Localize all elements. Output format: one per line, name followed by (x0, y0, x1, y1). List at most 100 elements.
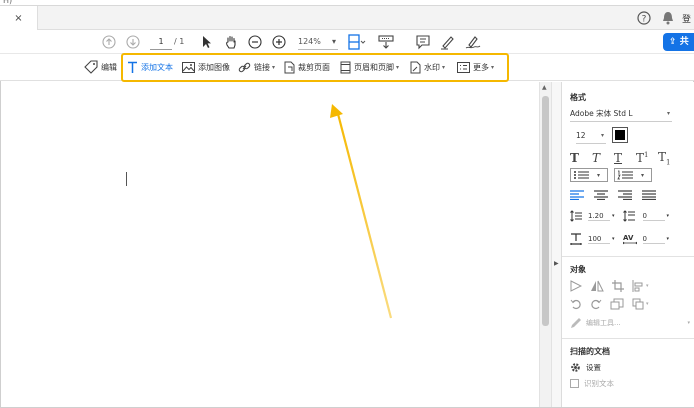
collapse-arrow-icon[interactable]: ▶ (554, 260, 559, 267)
recognize-checkbox[interactable] (570, 379, 579, 388)
chevron-down-icon: ▾ (641, 171, 645, 179)
bullet-list-select[interactable]: ▾ (570, 168, 608, 182)
horizontal-scale-icon (570, 233, 582, 245)
list-row: ▾ ▾ (570, 168, 652, 182)
chevron-down-icon: ▾ (597, 171, 601, 179)
zoom-select[interactable]: 124% ▾ (298, 34, 338, 50)
color-fill (615, 130, 625, 140)
arrange-icon[interactable] (632, 298, 644, 310)
settings-label: 设置 (586, 363, 601, 372)
cut-label: H) (3, 0, 13, 5)
text-color-swatch[interactable] (612, 127, 628, 143)
numbered-list-icon (617, 170, 633, 180)
char-spacing-icon: AV (622, 234, 637, 245)
flip-vertical-icon[interactable] (570, 280, 582, 292)
scale-row: 100 ▾ AV 0 ▾ (570, 233, 669, 245)
underline-icon[interactable]: T (614, 151, 636, 165)
recognize-label: 识别文本 (584, 379, 614, 388)
main-toolbar: 1 / 1 124% ▾ ⇪ 共 (0, 30, 694, 54)
vertical-scrollbar[interactable]: ▲ (539, 82, 551, 407)
next-page-icon[interactable] (124, 32, 142, 52)
chevron-down-icon: ▾ (666, 110, 670, 117)
text-cursor (126, 172, 127, 186)
align-justify-icon[interactable] (642, 190, 656, 200)
chevron-down-icon: ▾ (666, 236, 670, 242)
format-title: 格式 (570, 93, 586, 102)
align-objects-icon[interactable] (632, 280, 644, 292)
align-row (570, 190, 656, 200)
chevron-down-icon: ▾ (646, 301, 649, 307)
replace-image-icon[interactable] (610, 298, 624, 310)
pencil-icon (571, 318, 581, 328)
bullet-list-icon (574, 171, 589, 179)
scroll-up-icon[interactable]: ▲ (542, 84, 547, 91)
comment-icon[interactable] (413, 32, 433, 52)
close-tab-icon[interactable]: × (14, 13, 22, 24)
bold-icon[interactable]: T (570, 151, 592, 165)
numbered-list-select[interactable]: ▾ (614, 168, 652, 182)
keyboard-scroll-icon[interactable] (376, 32, 396, 52)
sign-pen-icon[interactable] (463, 32, 483, 52)
rotate-right-icon[interactable] (590, 298, 602, 310)
page-total: / 1 (174, 37, 185, 46)
rotate-left-icon[interactable] (570, 298, 582, 310)
highlight-box (121, 53, 509, 82)
document-canvas[interactable] (1, 82, 539, 407)
superscript-icon[interactable]: T1 (636, 151, 658, 165)
align-center-icon[interactable] (594, 190, 608, 200)
document-tab[interactable]: × (0, 6, 38, 30)
edit-tools-row[interactable]: 编辑工具... ▾ (570, 317, 690, 329)
crop-icon[interactable] (612, 280, 624, 292)
zoom-out-icon[interactable] (246, 32, 264, 52)
recognize-text-row[interactable]: 识别文本 (570, 378, 614, 389)
share-button[interactable]: ⇪ 共 (663, 33, 694, 51)
char-spacing-select[interactable]: 0 (642, 235, 665, 244)
align-left-icon[interactable] (570, 190, 584, 200)
italic-icon[interactable]: T (592, 151, 614, 165)
svg-text:?: ? (642, 15, 647, 25)
spacing-row: 1.20 ▾ 0 ▾ (570, 210, 669, 222)
bell-icon[interactable] (658, 8, 678, 28)
text-style-row: T T T T1 T1 (570, 150, 680, 166)
scale-select[interactable]: 100 (588, 235, 610, 244)
page-display-icon[interactable] (345, 32, 369, 52)
page-number-input[interactable]: 1 (150, 34, 172, 50)
format-panel: 格式 Adobe 宋体 Std L ▾ 12 ▾ T T T T1 T1 ▾ ▾ 1… (561, 82, 694, 407)
chevron-down-icon: ▾ (612, 213, 615, 219)
flip-horizontal-icon[interactable] (590, 280, 604, 292)
help-icon[interactable]: ? (634, 8, 654, 28)
chevron-down-icon: ▾ (687, 320, 690, 326)
line-spacing-icon (570, 210, 582, 222)
scanned-docs-title: 扫描的文档 (570, 347, 610, 356)
paragraph-spacing-icon (622, 210, 635, 222)
prev-page-icon[interactable] (100, 32, 118, 52)
share-icon: ⇪ (669, 37, 680, 47)
font-size-select[interactable]: 12 ▾ (576, 128, 606, 144)
edit-tag-icon (84, 60, 98, 74)
chevron-down-icon: ▾ (646, 283, 649, 289)
zoom-in-icon[interactable] (270, 32, 288, 52)
scroll-thumb[interactable] (542, 96, 549, 326)
line-spacing-select[interactable]: 1.20 (588, 212, 610, 221)
settings-row[interactable]: 设置 (570, 362, 601, 373)
subscript-icon[interactable]: T1 (658, 150, 680, 166)
svg-text:AV: AV (623, 234, 634, 242)
chevron-down-icon: ▾ (612, 236, 615, 242)
highlight-pen-icon[interactable] (438, 32, 458, 52)
top-right-icons: ? 登 (630, 6, 694, 30)
annotation-arrow (330, 104, 393, 319)
hand-tool-icon[interactable] (222, 32, 240, 52)
paragraph-spacing-select[interactable]: 0 (642, 212, 665, 221)
chevron-down-icon: ▾ (600, 132, 604, 139)
select-tool-icon[interactable] (198, 32, 216, 52)
sign-in-link[interactable]: 登 (682, 8, 694, 28)
chevron-down-icon: ▾ (666, 213, 670, 219)
objects-row-2: ▾ (570, 298, 649, 310)
edit-tools-label: 编辑工具... (586, 319, 621, 327)
tab-bar: × ? 登 (0, 6, 694, 30)
objects-title: 对象 (570, 265, 586, 274)
align-right-icon[interactable] (618, 190, 632, 200)
panel-collapse-bar[interactable]: ▶ (551, 82, 561, 407)
edit-button[interactable]: 编辑 (84, 59, 117, 75)
font-family-select[interactable]: Adobe 宋体 Std L ▾ (570, 106, 672, 122)
